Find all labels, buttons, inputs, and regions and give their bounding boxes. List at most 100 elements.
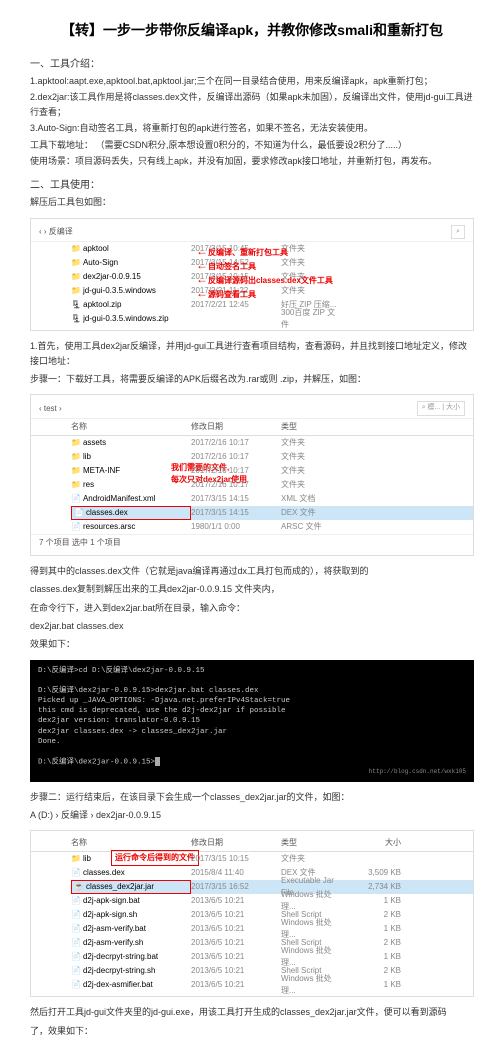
breadcrumb[interactable]: ‹ › 反编译 ⌕ <box>31 223 473 243</box>
mid-p1: 得到其中的classes.dex文件（它就是java编译再通过dx工具打包而成的… <box>30 564 474 578</box>
file-name: apktool <box>71 243 191 255</box>
tool-item-3: 3.Auto-Sign:自动签名工具，将重新打包的apk进行签名，如果不签名，无… <box>30 121 474 135</box>
file-name: Auto-Sign <box>71 257 191 269</box>
file-type: 文件夹 <box>281 479 341 491</box>
file-size: 2,734 KB <box>341 881 401 893</box>
figure-1-explorer: ‹ › 反编译 ⌕ apktool ←反编译、重新打包工具 2017/3/15 … <box>30 218 474 332</box>
figure-cmd: D:\反编译>cd D:\反编译\dex2jar-0.0.9.15 D:\反编译… <box>30 660 474 782</box>
file-row[interactable]: lib2017/3/15 10:15文件夹 <box>71 852 473 866</box>
cursor-icon <box>155 757 160 766</box>
pic-caption: 解压后工具包如图： <box>30 195 474 209</box>
file-row[interactable]: d2j-apk-sign.bat2013/6/5 10:21Windows 批处… <box>71 894 473 908</box>
file-name: classes_dex2jar.jar <box>71 880 191 894</box>
mid-p3: 在命令行下，进入到dex2jar.bat所在目录，输入命令： <box>30 601 474 615</box>
file-type: 文件夹 <box>281 437 341 449</box>
file-date: 2013/6/5 10:21 <box>191 937 281 949</box>
file-name: d2j-asm-verify.bat <box>71 923 191 935</box>
use-scenario: 使用场景：项目源码丢失，只有线上apk，并没有加固，要求修改apk接口地址，并重… <box>30 154 474 168</box>
file-row[interactable]: dex2jar-0.0.9.15 ←反编译源码出classes.dex文件工具 … <box>71 270 473 284</box>
file-row[interactable]: res2017/2/16 10:17文件夹 <box>71 478 473 492</box>
file-date: 1980/1/1 0:00 <box>191 521 281 533</box>
tool-item-1: 1.apktool:aapt.exe,apktool.bat,apktool.j… <box>30 74 474 88</box>
file-size: 1 KB <box>341 979 401 991</box>
file-date: 2013/6/5 10:21 <box>191 895 281 907</box>
file-date: 2015/8/4 11:40 <box>191 867 281 879</box>
mid-p2: classes.dex复制到解压出来的工具dex2jar-0.0.9.15 文件… <box>30 582 474 596</box>
file-size: 1 KB <box>341 923 401 935</box>
file-name: lib <box>71 853 191 865</box>
file-row[interactable]: assets2017/2/16 10:17文件夹 <box>71 436 473 450</box>
file-row[interactable]: apktool.zip 2017/2/21 12:45 好压 ZIP 压缩... <box>71 298 473 312</box>
figure-2-explorer: ‹ test › ⌕ 模... | 大小 名称修改日期类型 我们需要的文件, 每… <box>30 394 474 556</box>
file-row[interactable]: resources.arsc1980/1/1 0:00ARSC 文件 <box>71 520 473 534</box>
tail-p1: 然后打开工具jd-gui文件夹里的jd-gui.exe，用该工具打开生成的cla… <box>30 1005 474 1019</box>
file-size: 2 KB <box>341 909 401 921</box>
file-name: jd-gui-0.3.5.windows.zip <box>71 313 191 325</box>
file-row[interactable]: d2j-decrpyt-string.bat2013/6/5 10:21Wind… <box>71 950 473 964</box>
file-date: 2013/6/5 10:21 <box>191 951 281 963</box>
file-name: d2j-dex-asmifier.bat <box>71 979 191 991</box>
section-use-heading: 二、工具使用： <box>30 176 474 191</box>
file-size: 3,509 KB <box>341 867 401 879</box>
section-tools-heading: 一、工具介绍： <box>30 55 474 70</box>
file-row[interactable]: d2j-apk-sign.sh2013/6/5 10:21Shell Scrip… <box>71 908 473 922</box>
search-box[interactable]: ⌕ 模... | 大小 <box>417 401 465 416</box>
figure-3-explorer: 名称修改日期类型大小 运行命令后得到的文件 lib2017/3/15 10:15… <box>30 830 474 997</box>
search-box[interactable]: ⌕ <box>451 225 465 240</box>
step2-caption: 步骤二：运行结束后，在该目录下会生成一个classes_dex2jar.jar的… <box>30 790 474 804</box>
file-date: 2017/2/16 10:17 <box>191 437 281 449</box>
file-row[interactable]: d2j-asm-verify.bat2013/6/5 10:21Windows … <box>71 922 473 936</box>
file-row[interactable]: d2j-asm-verify.sh2013/6/5 10:21Shell Scr… <box>71 936 473 950</box>
file-type: 文件夹 <box>281 257 341 269</box>
file-date: 2013/6/5 10:21 <box>191 979 281 991</box>
file-name: classes.dex <box>71 506 191 520</box>
file-row-selected[interactable]: classes_dex2jar.jar2017/3/15 16:52Execut… <box>71 880 473 894</box>
file-row[interactable]: d2j-decrpyt-string.sh2013/6/5 10:21Shell… <box>71 964 473 978</box>
crumb-path: ‹ test › <box>39 403 62 415</box>
file-row[interactable]: jd-gui-0.3.5.windows.zip 300百度 ZIP 文件 <box>71 312 473 326</box>
file-type: 文件夹 <box>281 243 341 255</box>
file-name: classes.dex <box>71 867 191 879</box>
file-date: 2017/3/15 16:52 <box>191 881 281 893</box>
column-headers[interactable]: 名称修改日期类型大小 <box>31 835 473 852</box>
file-name: d2j-decrpyt-string.bat <box>71 951 191 963</box>
breadcrumb[interactable]: ‹ test › ⌕ 模... | 大小 <box>31 399 473 419</box>
file-date: 2017/2/21 12:45 <box>191 299 281 311</box>
file-name: res <box>71 479 191 491</box>
column-headers[interactable]: 名称修改日期类型 <box>31 419 473 436</box>
file-row[interactable]: META-INF2017/2/16 10:17文件夹 <box>71 464 473 478</box>
file-row[interactable]: d2j-dex-asmifier.bat2013/6/5 10:21Window… <box>71 978 473 992</box>
file-name: apktool.zip <box>71 299 191 311</box>
file-size: 1 KB <box>341 895 401 907</box>
file-name: d2j-apk-sign.bat <box>71 895 191 907</box>
file-name: dex2jar-0.0.9.15 <box>71 271 191 283</box>
file-type: 文件夹 <box>281 853 341 865</box>
file-date: 2017/2/16 10:17 <box>191 479 281 491</box>
file-row[interactable]: apktool ←反编译、重新打包工具 2017/3/15 10:45 文件夹 <box>71 242 473 256</box>
file-name: resources.arsc <box>71 521 191 533</box>
watermark: http://blog.csdn.net/wxk105 <box>38 768 466 776</box>
file-row[interactable]: AndroidManifest.xml2017/3/15 14:15XML 文档 <box>71 492 473 506</box>
file-date: 2017/2/16 10:17 <box>191 451 281 463</box>
file-date: 2013/6/5 10:21 <box>191 923 281 935</box>
status-bar: 7 个项目 选中 1 个项目 <box>31 534 473 551</box>
file-name: assets <box>71 437 191 449</box>
file-name: AndroidManifest.xml <box>71 493 191 505</box>
file-size: 1 KB <box>341 951 401 963</box>
file-type: 文件夹 <box>281 465 341 477</box>
file-row-selected[interactable]: classes.dex2017/3/15 14:15DEX 文件 <box>71 506 473 520</box>
file-size: 2 KB <box>341 937 401 949</box>
file-type: DEX 文件 <box>281 507 341 519</box>
file-name: d2j-asm-verify.sh <box>71 937 191 949</box>
file-name: d2j-apk-sign.sh <box>71 909 191 921</box>
file-row[interactable]: lib2017/2/16 10:17文件夹 <box>71 450 473 464</box>
file-row[interactable]: classes.dex2015/8/4 11:40DEX 文件3,509 KB <box>71 866 473 880</box>
file-name: jd-gui-0.3.5.windows <box>71 285 191 297</box>
file-row[interactable]: jd-gui-0.3.5.windows ←源码查看工具 2017/2/21 1… <box>71 284 473 298</box>
step1-para1: 1.首先，使用工具dex2jar反编译，并用jd-gui工具进行查看项目结构，查… <box>30 339 474 368</box>
terminal[interactable]: D:\反编译>cd D:\反编译\dex2jar-0.0.9.15 D:\反编译… <box>30 660 474 782</box>
mid-p4: 效果如下： <box>30 637 474 651</box>
file-row[interactable]: Auto-Sign ←自动签名工具 2017/3/15 14:52 文件夹 <box>71 256 473 270</box>
file-date: 2013/6/5 10:21 <box>191 909 281 921</box>
file-name: d2j-decrpyt-string.sh <box>71 965 191 977</box>
